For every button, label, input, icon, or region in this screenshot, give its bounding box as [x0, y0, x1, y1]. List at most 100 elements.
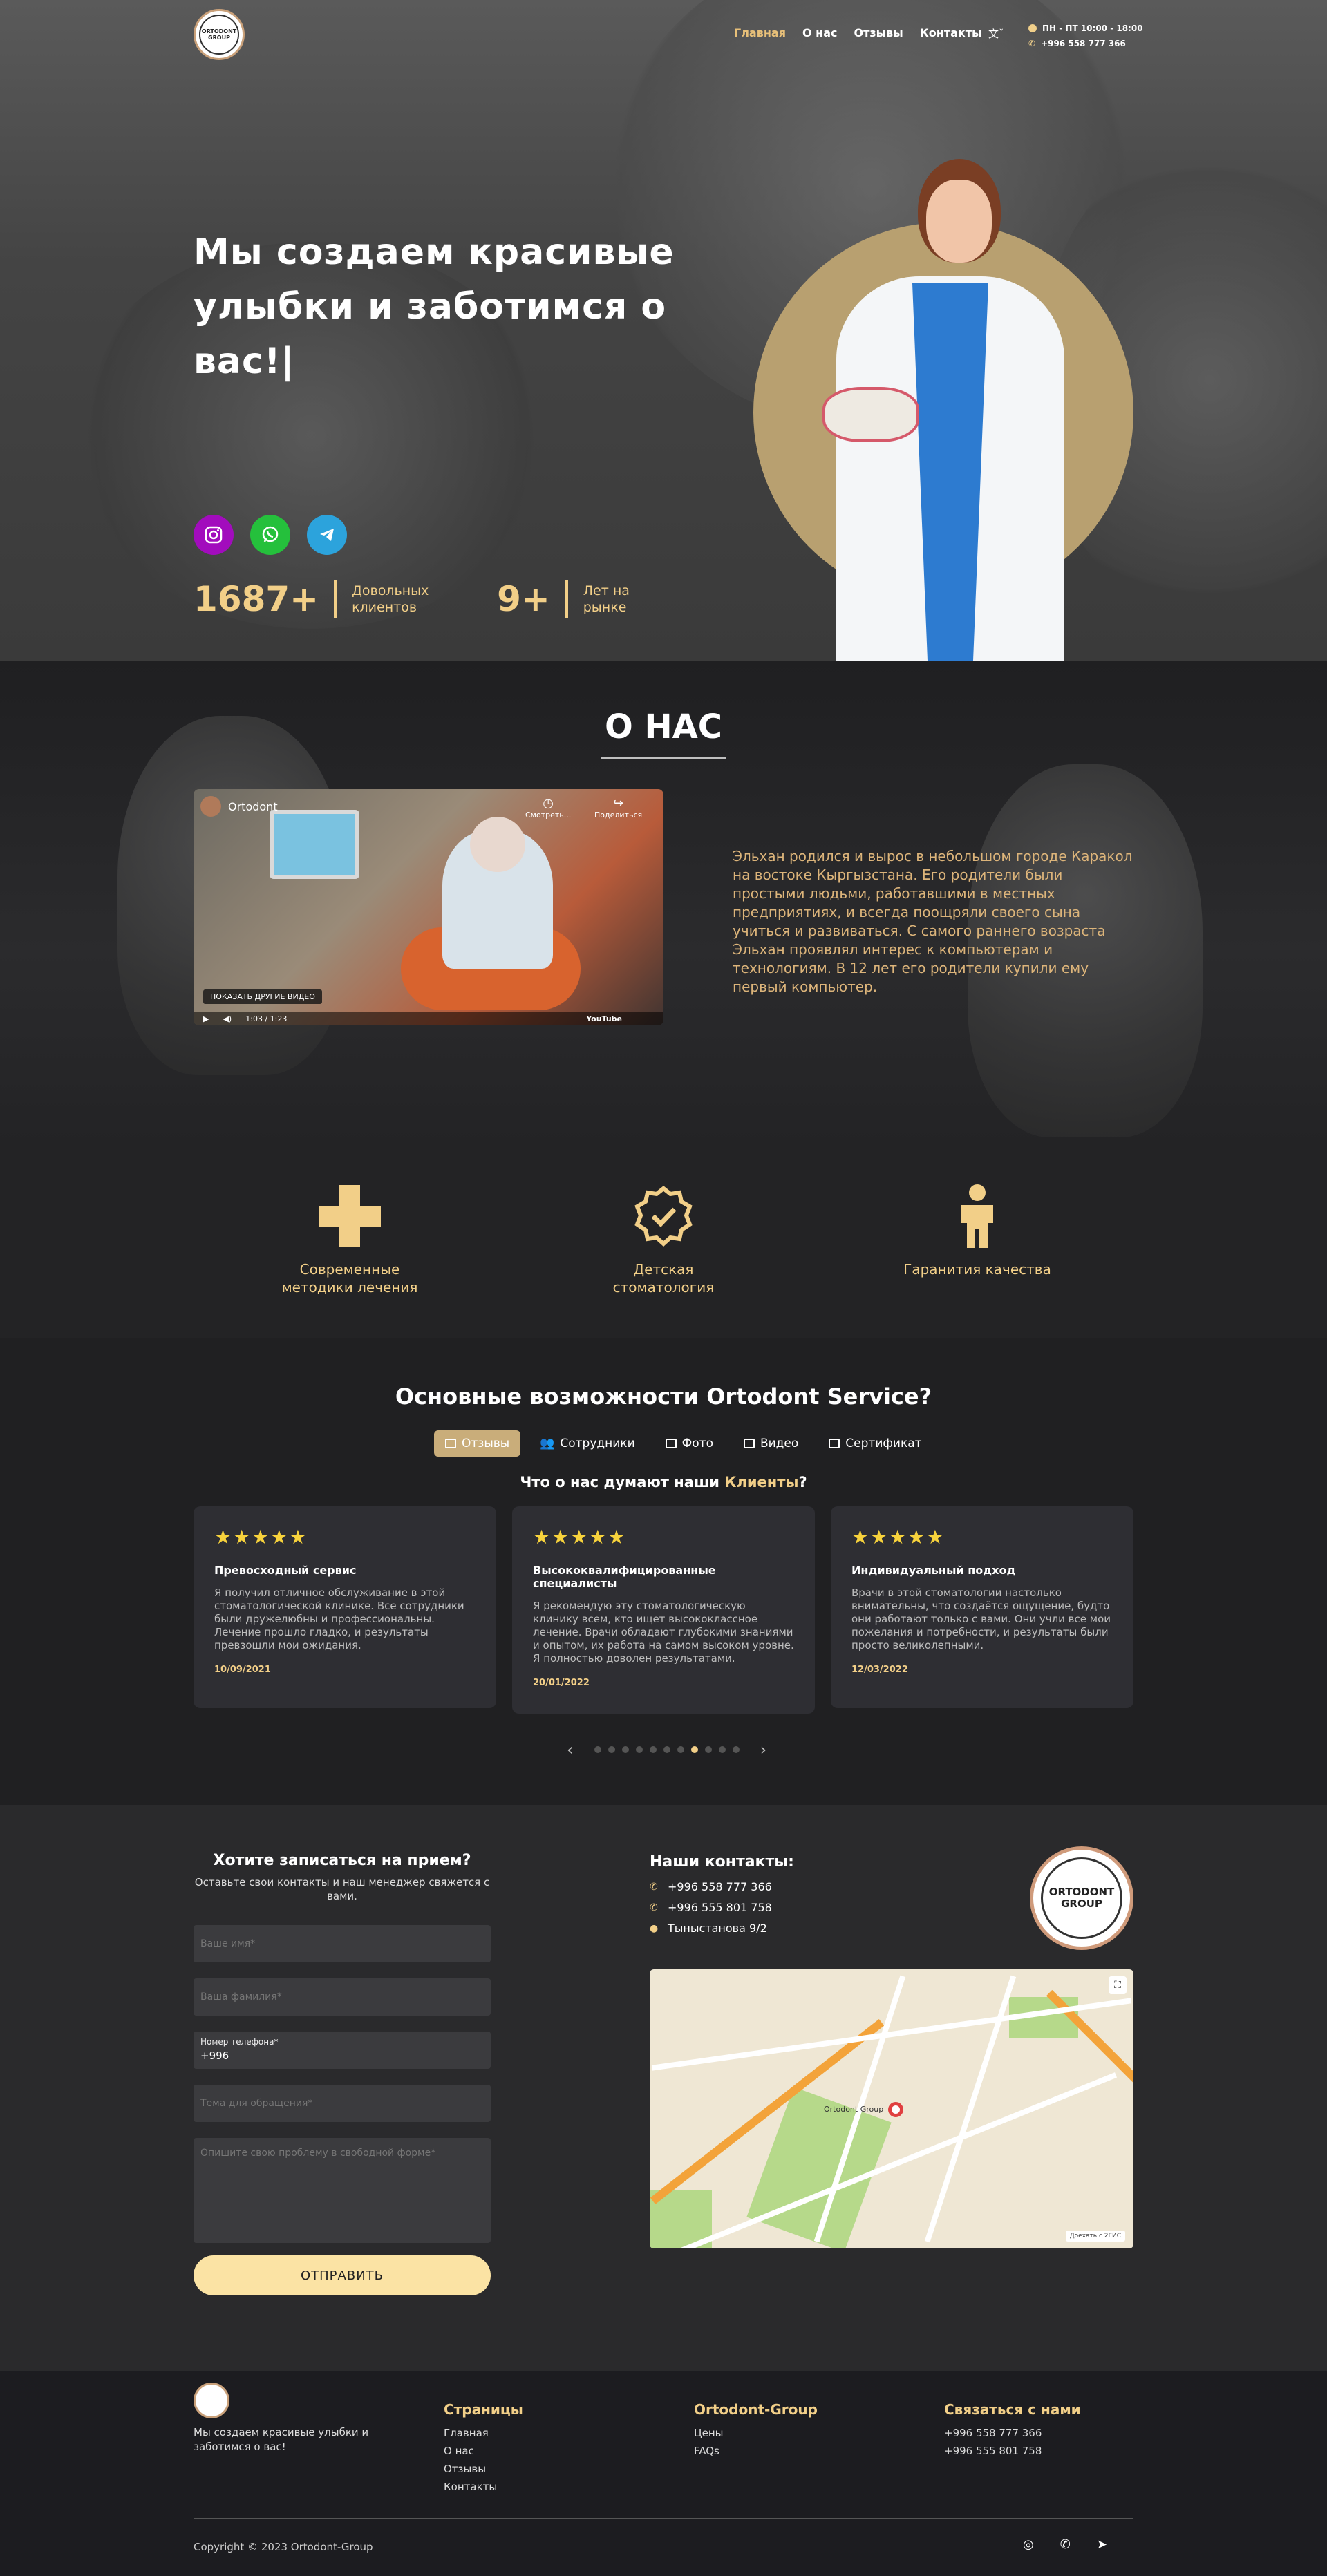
certificate-icon: [829, 1439, 840, 1448]
feature-label: Гаранития качества: [903, 1261, 1051, 1278]
play-icon[interactable]: ▶: [203, 1014, 209, 1023]
contact-logo: ORTODONT GROUP: [1030, 1846, 1133, 1950]
feature-label: Детская стоматология: [612, 1261, 715, 1296]
volume-icon[interactable]: ◀): [223, 1014, 232, 1023]
badge-check-icon: [634, 1186, 693, 1247]
footer-logo[interactable]: [194, 2383, 229, 2418]
telegram-icon[interactable]: ➤: [1097, 2537, 1107, 2552]
channel-name[interactable]: Ortodont: [228, 800, 278, 813]
youtube-logo[interactable]: YouTube: [586, 1014, 622, 1023]
footer-phone[interactable]: +996 558 777 366: [944, 2424, 1081, 2442]
first-name-input[interactable]: [194, 1925, 491, 1962]
tab-certificate[interactable]: Сертификат: [818, 1430, 932, 1457]
submit-button[interactable]: ОТПРАВИТЬ: [194, 2255, 491, 2295]
fullscreen-icon[interactable]: ⛶: [1109, 1976, 1127, 1994]
language-switcher[interactable]: 文ˇ: [988, 26, 1004, 41]
topic-input[interactable]: [194, 2085, 491, 2122]
pager-dot[interactable]: [608, 1746, 615, 1753]
nav-link-reviews[interactable]: Отзывы: [854, 26, 903, 39]
channel-avatar[interactable]: [200, 796, 221, 817]
chevron-left-icon[interactable]: ‹: [567, 1740, 574, 1759]
pager-dot[interactable]: [732, 1746, 740, 1753]
map-pin-icon[interactable]: [888, 2102, 903, 2117]
pager-dot[interactable]: [621, 1746, 629, 1753]
watch-later-button[interactable]: ◷ Смотреть...: [525, 796, 571, 820]
footer-link-reviews[interactable]: Отзывы: [444, 2460, 523, 2478]
header-phone[interactable]: +996 558 777 366: [1041, 36, 1126, 51]
video-player[interactable]: Ortodont ◷ Смотреть... ↪ Поделиться ПОКА…: [194, 789, 664, 1025]
footer-contact: Связаться с нами +996 558 777 366 +996 5…: [944, 2400, 1081, 2460]
pager-dot[interactable]: [663, 1746, 670, 1753]
footer-link-about[interactable]: О нас: [444, 2442, 523, 2460]
pager-dot[interactable]: [718, 1746, 726, 1753]
tab-video[interactable]: Видео: [733, 1430, 809, 1457]
whatsapp-icon[interactable]: ✆: [1060, 2537, 1071, 2552]
tab-staff[interactable]: 👥 Сотрудники: [529, 1430, 646, 1457]
tab-label: Видео: [760, 1437, 799, 1450]
footer-tagline: Мы создаем красивые улыбки и заботимся о…: [194, 2426, 369, 2453]
contact-phone[interactable]: +996 558 777 366: [668, 1877, 772, 1897]
carousel-pager: ‹ ›: [553, 1740, 780, 1759]
nav-link-home[interactable]: Главная: [734, 26, 786, 39]
phone-input[interactable]: Номер телефона* +996: [194, 2032, 491, 2069]
phone-input-value: +996: [200, 2049, 229, 2062]
contact-phone[interactable]: +996 555 801 758: [668, 1897, 772, 1918]
stat-years-label: Лет на рынке: [583, 583, 630, 615]
review-date: 20/01/2022: [533, 1678, 590, 1688]
footer-divider: [194, 2518, 1133, 2519]
site-logo[interactable]: ORTODONT GROUP: [194, 9, 245, 60]
share-icon: ↪: [613, 796, 624, 811]
footer-contact-title: Связаться с нами: [944, 2401, 1081, 2418]
footer-link-faqs[interactable]: FAQs: [694, 2442, 818, 2460]
telegram-button[interactable]: [307, 515, 347, 555]
hero-stats: 1687+ Довольных клиентов 9+ Лет на рынке: [194, 579, 639, 619]
review-title: Высококвалифицированные специалисты: [533, 1564, 716, 1590]
footer-phone[interactable]: +996 555 801 758: [944, 2442, 1081, 2460]
pager-dot[interactable]: [594, 1746, 601, 1753]
footer-link-prices[interactable]: Цены: [694, 2424, 818, 2442]
tab-label: Сертификат: [845, 1437, 922, 1450]
review-text: Врачи в этой стоматологии настолько вним…: [851, 1587, 1111, 1651]
tab-reviews[interactable]: Отзывы: [434, 1430, 521, 1457]
nav-link-contacts[interactable]: Контакты: [920, 26, 982, 39]
chat-icon: [445, 1439, 456, 1448]
service-tabs: Отзывы 👥 Сотрудники Фото Видео Сертификат: [434, 1430, 933, 1457]
pager-dot[interactable]: [649, 1746, 657, 1753]
pager-dot-active[interactable]: [690, 1746, 698, 1753]
review-text: Я получил отличное обслуживание в этой с…: [214, 1587, 464, 1651]
footer-link-contacts[interactable]: Контакты: [444, 2478, 523, 2496]
contacts-title: Наши контакты:: [650, 1853, 794, 1871]
map-place-label: Ortodont Group: [824, 2105, 884, 2114]
pager-dot[interactable]: [704, 1746, 712, 1753]
whatsapp-icon: [262, 526, 279, 542]
contact-address: Тыныстанова 9/2: [668, 1922, 767, 1935]
feature-kids-dentistry: Детская стоматология: [560, 1182, 767, 1296]
footer-pages: Страницы Главная О нас Отзывы Контакты: [444, 2400, 523, 2496]
tab-photo[interactable]: Фото: [655, 1430, 724, 1457]
problem-textarea[interactable]: [194, 2138, 491, 2243]
page: ORTODONT GROUP Главная О нас Отзывы Конт…: [0, 0, 1327, 2576]
contact-section: Хотите записаться на прием? Оставьте сво…: [0, 1805, 1327, 2371]
phone-icon: ✆: [1028, 39, 1036, 48]
pager-dot[interactable]: [677, 1746, 684, 1753]
about-title-underline: [601, 757, 726, 759]
more-videos-button[interactable]: ПОКАЗАТЬ ДРУГИЕ ВИДЕО: [203, 989, 322, 1004]
features-section: Современные методики лечения Детская сто…: [0, 1144, 1327, 1338]
nav-link-about[interactable]: О нас: [802, 26, 838, 39]
rating-stars: ★★★★★: [851, 1526, 945, 1549]
person-icon: [961, 1184, 993, 1248]
instagram-icon[interactable]: ◎: [1023, 2537, 1034, 2552]
footer-link-home[interactable]: Главная: [444, 2424, 523, 2442]
subtitle-text: Что о нас думают наши: [520, 1474, 719, 1490]
chevron-right-icon[interactable]: ›: [760, 1740, 767, 1759]
whatsapp-button[interactable]: [250, 515, 290, 555]
map-route-link[interactable]: Доехать с 2ГИС: [1065, 2231, 1125, 2242]
last-name-input[interactable]: [194, 1978, 491, 2016]
location-map[interactable]: Ortodont Group Доехать с 2ГИС ⛶: [650, 1969, 1133, 2248]
clock-icon: [1028, 24, 1037, 32]
subtitle-suffix: ?: [798, 1474, 807, 1490]
share-button[interactable]: ↪ Поделиться: [594, 796, 642, 820]
instagram-button[interactable]: [194, 515, 234, 555]
footer-group: Ortodont-Group Цены FAQs: [694, 2400, 818, 2460]
pager-dot[interactable]: [635, 1746, 643, 1753]
